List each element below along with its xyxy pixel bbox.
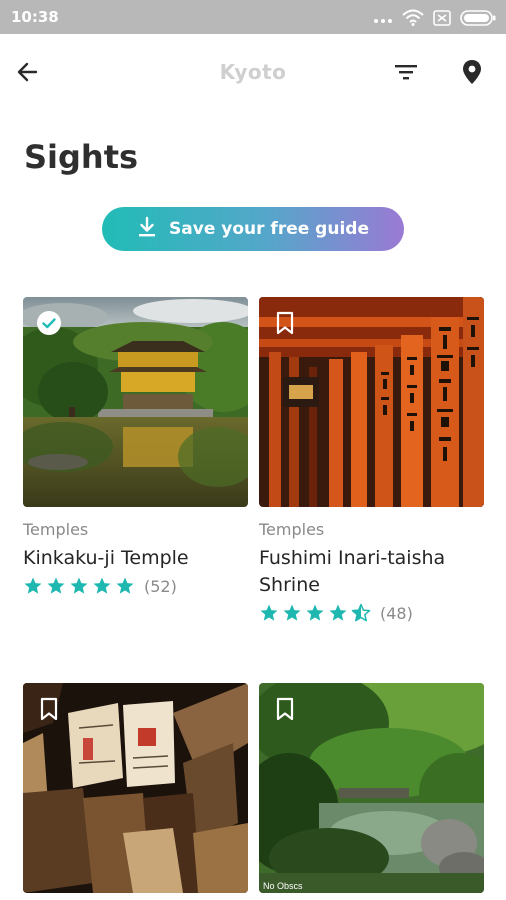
review-count: (52) <box>144 576 177 596</box>
star-icon <box>283 604 301 621</box>
saved-check-icon[interactable] <box>37 311 61 335</box>
review-count: (48) <box>380 603 413 623</box>
sight-card[interactable] <box>23 683 248 893</box>
top-app-bar: Kyoto <box>0 34 506 114</box>
save-guide-label: Save your free guide <box>169 219 369 239</box>
download-icon <box>137 216 157 243</box>
sight-card[interactable]: No Obscs <box>259 683 484 893</box>
star-rating: (52) <box>23 576 248 596</box>
star-half-icon <box>351 603 371 622</box>
filter-button[interactable] <box>386 56 426 92</box>
app-title: Kyoto <box>219 60 287 84</box>
map-button[interactable] <box>452 54 492 94</box>
torii-gates-photo <box>259 297 484 507</box>
star-icon <box>260 604 278 621</box>
star-icon <box>47 577 65 594</box>
wifi-icon <box>402 9 424 31</box>
map-pin-icon <box>462 59 482 90</box>
sight-category: Temples <box>23 520 89 539</box>
status-time: 10:38 <box>11 8 59 26</box>
sight-category: Temples <box>259 520 325 539</box>
star-icon <box>93 577 111 594</box>
star-icon <box>329 604 347 621</box>
star-icon <box>306 604 324 621</box>
photo-credit: No Obscs <box>263 881 303 891</box>
signal-dots-icon <box>373 11 393 29</box>
ema-wooden-plaques-photo <box>23 683 248 893</box>
star-rating: (48) <box>259 603 484 623</box>
sight-name: Kinkaku-ji Temple <box>23 547 189 569</box>
bookmark-icon[interactable] <box>37 697 61 721</box>
japanese-garden-pond-photo: No Obscs <box>259 683 484 893</box>
status-icons <box>373 9 496 31</box>
battery-icon <box>460 9 496 31</box>
sight-card[interactable]: Temples Kinkaku-ji Temple (52) <box>23 297 248 596</box>
sight-name: Fushimi Inari-taisha Shrine <box>259 547 446 596</box>
star-icon <box>24 577 42 594</box>
save-guide-button[interactable]: Save your free guide <box>102 207 404 251</box>
star-icon <box>116 577 134 594</box>
bookmark-icon[interactable] <box>273 311 297 335</box>
sight-card[interactable]: Temples Fushimi Inari-taisha Shrine (48) <box>259 297 484 623</box>
status-bar: 10:38 <box>0 0 506 34</box>
bookmark-icon[interactable] <box>273 697 297 721</box>
battery-saver-icon <box>433 9 451 31</box>
page-title: Sights <box>24 138 139 176</box>
star-icon <box>70 577 88 594</box>
filter-icon <box>394 63 418 86</box>
golden-pavilion-photo <box>23 297 248 507</box>
